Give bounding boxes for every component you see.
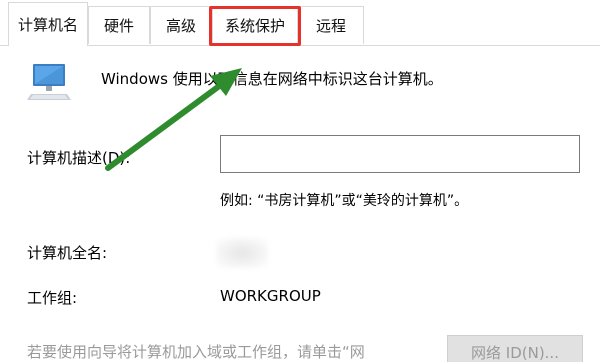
tab-advanced[interactable]: 高级: [150, 6, 212, 44]
redacted-patch: [216, 238, 268, 268]
computer-icon: [27, 64, 71, 100]
full-name-label: 计算机全名:: [27, 244, 108, 262]
system-properties-dialog: 计算机名 硬件 高级 系统保护 远程 Windows 使用以下信息在网络中标识这…: [0, 0, 600, 362]
tab-divider: [0, 45, 600, 46]
annotation-arrow: [105, 68, 242, 171]
description-label: 计算机描述(D):: [27, 149, 131, 167]
join-domain-hint: 若要使用向导将计算机加入域或工作组，请单击“网: [27, 343, 365, 361]
tab-strip: 计算机名 硬件 高级 系统保护 远程: [0, 0, 600, 47]
tab-system-protection[interactable]: 系统保护: [212, 6, 298, 44]
description-example: 例如: “书房计算机”或“美玲的计算机”。: [220, 193, 469, 209]
info-text: Windows 使用以下信息在网络中标识这台计算机。: [101, 70, 443, 88]
tab-remote[interactable]: 远程: [298, 6, 364, 44]
description-input[interactable]: [220, 135, 580, 173]
tab-computer-name[interactable]: 计算机名: [8, 2, 88, 47]
tab-hardware[interactable]: 硬件: [88, 6, 150, 44]
workgroup-value: WORKGROUP: [220, 287, 321, 305]
workgroup-label: 工作组:: [27, 289, 78, 307]
network-id-button[interactable]: 网络 ID(N)...: [447, 335, 583, 362]
